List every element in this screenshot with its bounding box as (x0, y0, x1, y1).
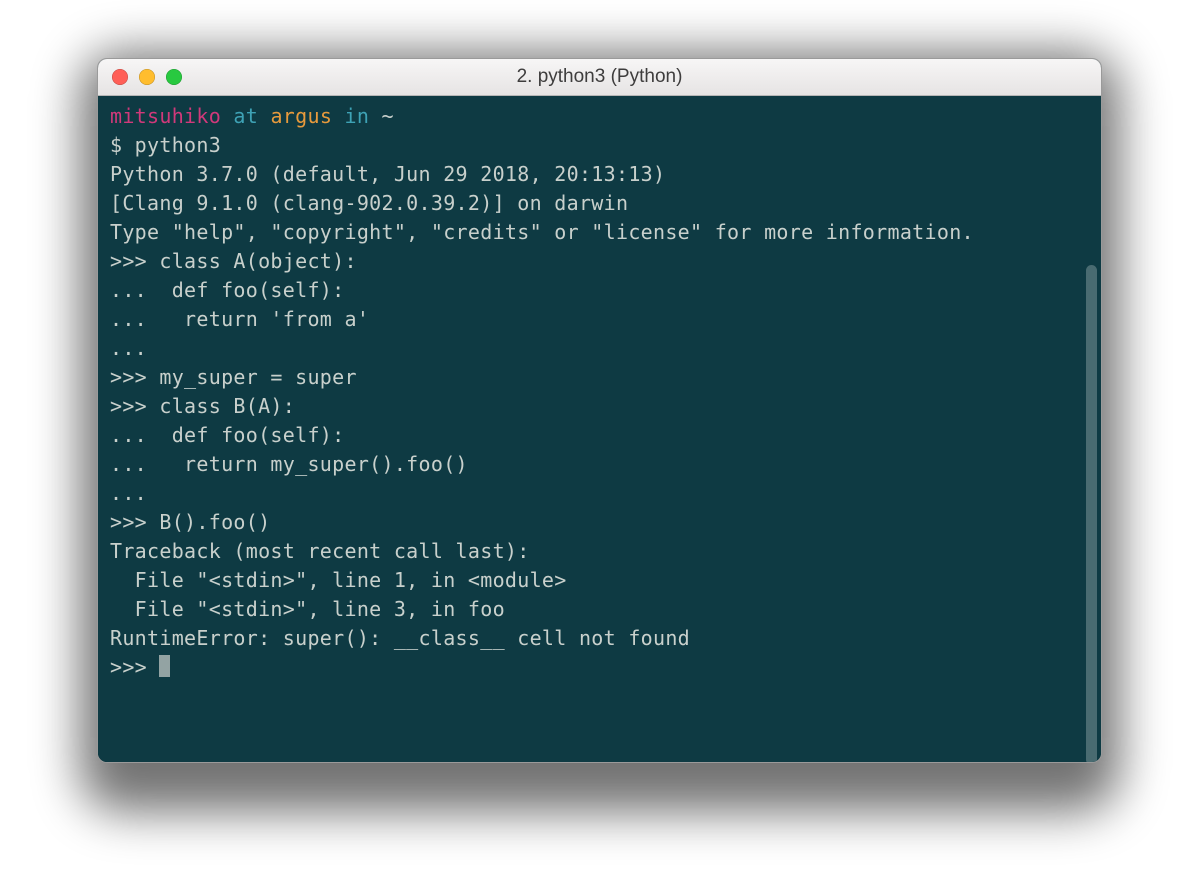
terminal-line: >>> B().foo() (110, 510, 270, 534)
window-title: 2. python3 (Python) (98, 66, 1101, 88)
traffic-lights (98, 69, 182, 85)
terminal-line: Python 3.7.0 (default, Jun 29 2018, 20:1… (110, 162, 665, 186)
terminal-line: ... (110, 336, 147, 360)
zoom-icon[interactable] (166, 69, 182, 85)
prompt-path: ~ (382, 104, 394, 128)
terminal-line: ... def foo(self): (110, 423, 344, 447)
terminal-line: ... def foo(self): (110, 278, 344, 302)
terminal-window: 2. python3 (Python) mitsuhiko at argus i… (97, 58, 1102, 763)
terminal-line: ... return my_super().foo() (110, 452, 468, 476)
minimize-icon[interactable] (139, 69, 155, 85)
terminal-line: $ python3 (110, 133, 221, 157)
prompt-at: at (233, 104, 258, 128)
terminal-line: Traceback (most recent call last): (110, 539, 530, 563)
scrollbar-thumb[interactable] (1086, 265, 1097, 763)
terminal-line: ... (110, 481, 147, 505)
titlebar[interactable]: 2. python3 (Python) (98, 59, 1101, 96)
cursor-block-icon (159, 655, 170, 677)
terminal-line: RuntimeError: super(): __class__ cell no… (110, 626, 690, 650)
close-icon[interactable] (112, 69, 128, 85)
terminal-line: >>> my_super = super (110, 365, 357, 389)
terminal-line: Type "help", "copyright", "credits" or "… (110, 220, 974, 244)
terminal-line: >>> class A(object): (110, 249, 357, 273)
prompt-host: argus (270, 104, 332, 128)
terminal-body[interactable]: mitsuhiko at argus in ~ $ python3 Python… (98, 96, 1101, 763)
scrollbar-track[interactable] (1085, 95, 1099, 760)
terminal-line: File "<stdin>", line 1, in <module> (110, 568, 567, 592)
terminal-line: ... return 'from a' (110, 307, 369, 331)
terminal-line: >>> (110, 655, 159, 679)
terminal-line: >>> class B(A): (110, 394, 295, 418)
terminal-line: [Clang 9.1.0 (clang-902.0.39.2)] on darw… (110, 191, 628, 215)
prompt-user: mitsuhiko (110, 104, 221, 128)
prompt-in: in (345, 104, 370, 128)
terminal-line: File "<stdin>", line 3, in foo (110, 597, 505, 621)
